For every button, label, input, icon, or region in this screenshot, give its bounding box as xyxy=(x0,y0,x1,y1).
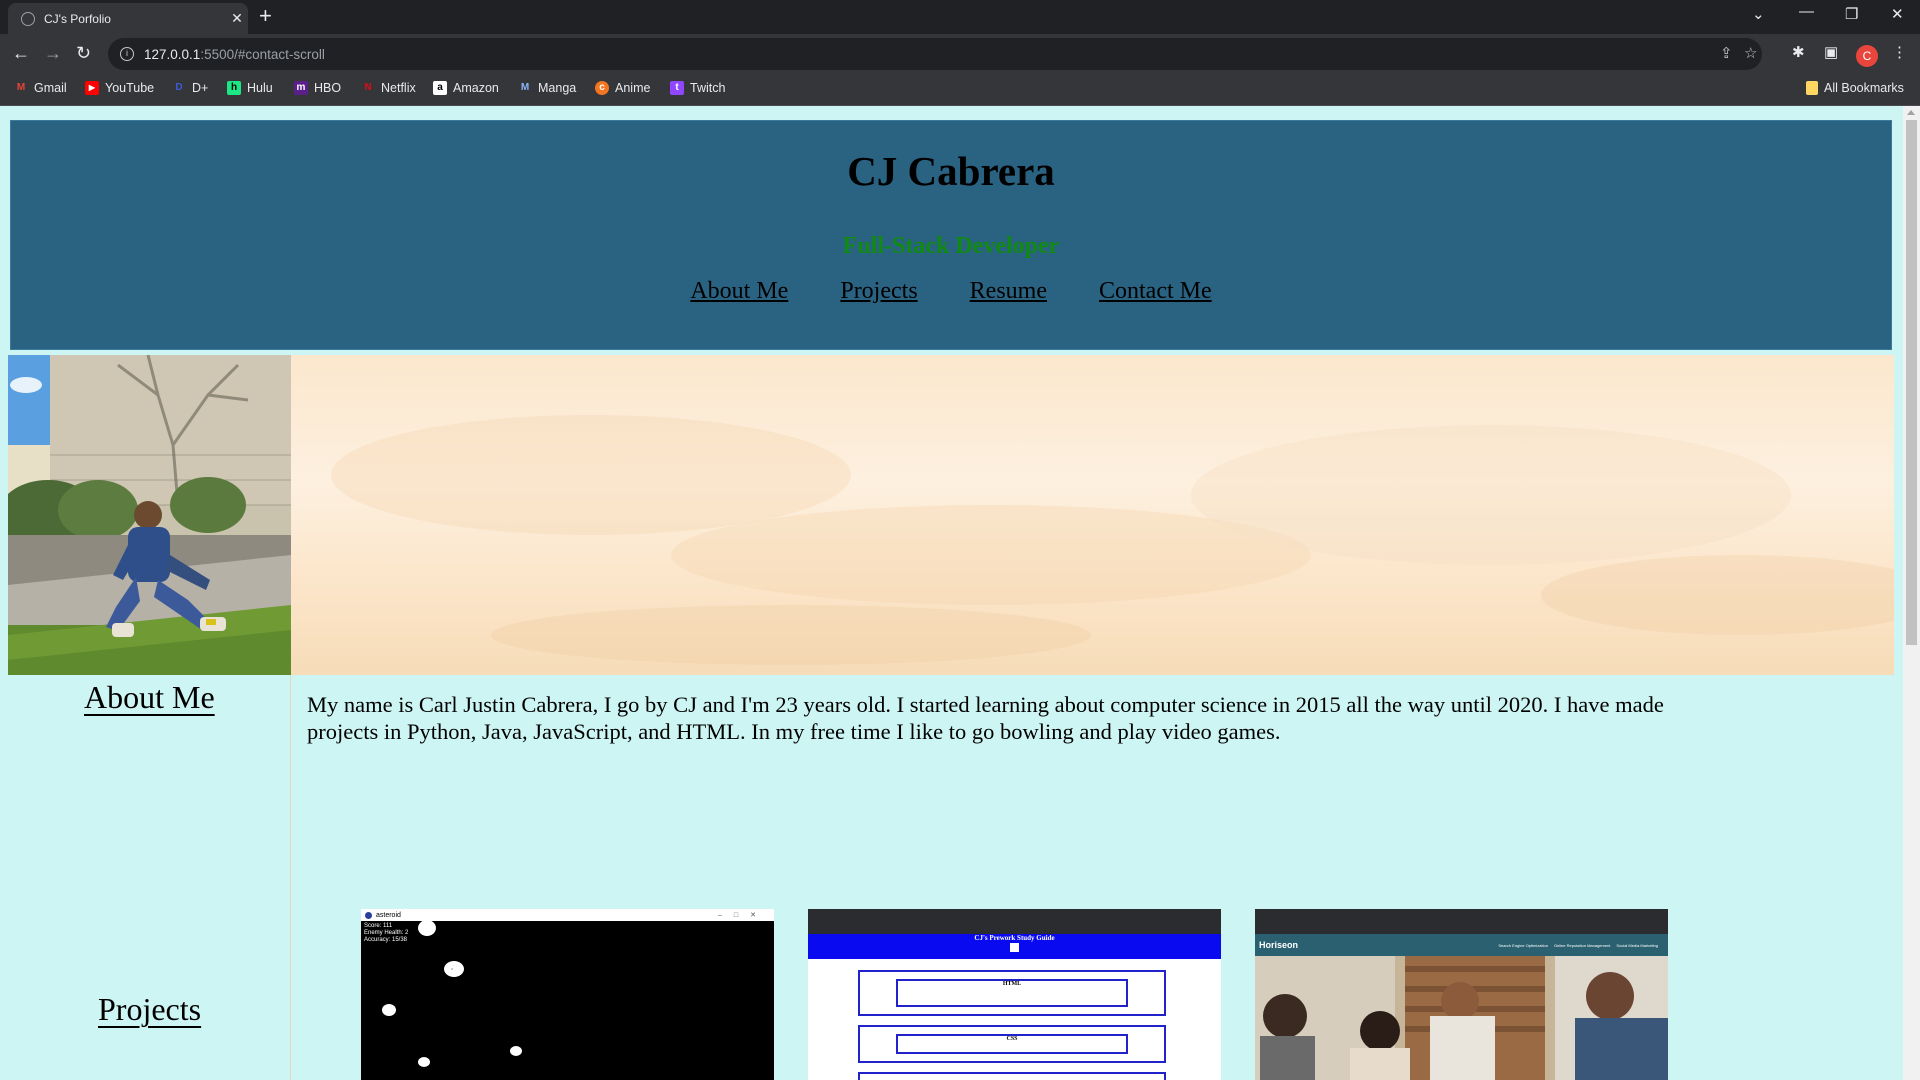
side-panel-icon[interactable]: ▣ xyxy=(1824,43,1838,61)
project-card-study-guide[interactable]: CJ's Prework Study Guide HTML CSS xyxy=(808,909,1221,1080)
page-scrollbar[interactable] xyxy=(1903,106,1920,1080)
sidebar-divider xyxy=(290,675,291,1080)
project-browser-chrome xyxy=(1255,909,1668,934)
css-section: CSS xyxy=(858,1025,1166,1063)
project-window-title: asteroid xyxy=(376,911,401,919)
twitch-icon: t xyxy=(670,81,684,95)
about-heading: About Me xyxy=(84,679,215,715)
next-section xyxy=(858,1072,1166,1080)
study-guide-page: CJ's Prework Study Guide HTML CSS xyxy=(808,934,1221,1080)
site-title: CJ Cabrera xyxy=(847,148,1055,194)
nav-resume[interactable]: Resume xyxy=(970,278,1047,304)
scroll-up-icon[interactable] xyxy=(1907,110,1915,115)
site-info-icon[interactable]: i xyxy=(120,47,134,61)
reload-icon[interactable]: ↻ xyxy=(76,42,91,64)
project-browser-chrome xyxy=(808,909,1221,934)
globe-icon xyxy=(21,11,35,26)
bookmark-netflix[interactable]: N Netflix xyxy=(361,81,415,95)
bookmark-twitch[interactable]: t Twitch xyxy=(670,81,725,95)
all-bookmarks[interactable]: All Bookmarks xyxy=(1806,81,1904,95)
project-card-asteroid[interactable]: asteroid –□✕ Score: 111 Enemy Health: 2 … xyxy=(361,909,774,1080)
bookmark-hbo[interactable]: m HBO xyxy=(294,81,341,95)
horiseon-header: Horiseon Search Engine Optimization Onli… xyxy=(1255,934,1668,956)
bookmark-disney-plus[interactable]: D D+ xyxy=(172,81,208,95)
watercolor-banner xyxy=(291,355,1894,675)
amazon-icon: a xyxy=(433,81,447,95)
window-controls-icon: –□✕ xyxy=(718,912,768,919)
projects-heading: Projects xyxy=(98,991,202,1027)
bookmarks-bar: M Gmail ▶ YouTube D D+ h Hulu m HBO N Netflix … xyxy=(0,74,1920,106)
nav-contact[interactable]: Contact Me xyxy=(1099,278,1212,304)
horiseon-brand: Horiseon xyxy=(1259,940,1299,950)
forward-icon[interactable]: → xyxy=(44,42,62,64)
bookmark-manga[interactable]: M Manga xyxy=(518,81,576,95)
netflix-icon: N xyxy=(364,82,372,93)
html-section: HTML xyxy=(858,970,1166,1016)
game-canvas: Score: 111 Enemy Health: 2 Accuracy: 15/… xyxy=(361,921,774,1080)
disney-icon: D xyxy=(175,82,183,93)
project-window-titlebar: asteroid –□✕ xyxy=(361,909,774,921)
study-guide-header: CJ's Prework Study Guide xyxy=(808,934,1221,959)
manga-icon: M xyxy=(520,82,530,93)
gmail-icon: M xyxy=(16,82,26,93)
new-tab-icon[interactable]: + xyxy=(259,5,272,27)
site-subtitle: Full-Stack Developer xyxy=(842,233,1060,259)
back-icon[interactable]: ← xyxy=(12,42,30,64)
nav-about[interactable]: About Me xyxy=(690,278,788,304)
url-path: :5500/#contact-scroll xyxy=(200,46,325,62)
bookmark-hulu[interactable]: h Hulu xyxy=(227,81,273,95)
profile-avatar[interactable]: C xyxy=(1856,45,1878,67)
project-card-horiseon[interactable]: Horiseon Search Engine Optimization Onli… xyxy=(1255,909,1668,1080)
bookmark-star-icon[interactable]: ☆ xyxy=(1744,44,1757,62)
page-viewport: CJ Cabrera Full-Stack Developer About Me… xyxy=(0,106,1903,1080)
tab-title: CJ's Porfolio xyxy=(44,11,111,26)
tab-search-icon[interactable]: ⌄ xyxy=(1752,5,1765,23)
menu-icon[interactable]: ⋮ xyxy=(1892,43,1907,61)
anime-icon: c xyxy=(595,81,609,95)
bookmark-amazon[interactable]: a Amazon xyxy=(433,81,499,95)
hero-banner xyxy=(8,355,1894,675)
css-section-title: CSS xyxy=(896,1034,1128,1054)
main-nav: About Me Projects Resume Contact Me xyxy=(11,278,1891,305)
horiseon-hero-image xyxy=(1255,956,1668,1080)
hulu-icon: h xyxy=(227,81,241,95)
profile-photo xyxy=(8,355,291,675)
url-host: 127.0.0.1 xyxy=(144,46,201,62)
extensions-icon[interactable]: ✱ xyxy=(1792,43,1805,61)
restore-icon[interactable]: ❐ xyxy=(1845,5,1858,23)
about-text: My name is Carl Justin Cabrera, I go by … xyxy=(307,692,1664,744)
folder-icon xyxy=(1806,81,1818,95)
browser-tab[interactable]: CJ's Porfolio ✕ xyxy=(8,3,248,34)
bookmark-youtube[interactable]: ▶ YouTube xyxy=(85,81,154,95)
bookmark-gmail[interactable]: M Gmail xyxy=(14,81,67,95)
bookmark-anime[interactable]: c Anime xyxy=(595,81,650,95)
minimize-icon[interactable]: — xyxy=(1799,3,1814,20)
address-bar[interactable]: i 127.0.0.1:5500/#contact-scroll ⇪ ☆ xyxy=(108,38,1762,70)
close-tab-icon[interactable]: ✕ xyxy=(226,10,248,27)
share-icon[interactable]: ⇪ xyxy=(1720,44,1733,62)
youtube-icon: ▶ xyxy=(85,81,99,95)
hbo-icon: m xyxy=(294,81,308,95)
nav-projects[interactable]: Projects xyxy=(840,278,917,304)
close-window-icon[interactable]: ✕ xyxy=(1891,5,1904,23)
app-icon xyxy=(365,911,372,919)
html-section-title: HTML xyxy=(896,979,1128,1007)
browser-toolbar: ← → ↻ i 127.0.0.1:5500/#contact-scroll ⇪… xyxy=(0,34,1920,74)
logo-icon xyxy=(1010,943,1019,952)
scrollbar-thumb[interactable] xyxy=(1906,120,1917,645)
site-header: CJ Cabrera Full-Stack Developer About Me… xyxy=(10,120,1892,350)
tab-strip: CJ's Porfolio ✕ + ⌄ — ❐ ✕ xyxy=(0,0,1920,34)
